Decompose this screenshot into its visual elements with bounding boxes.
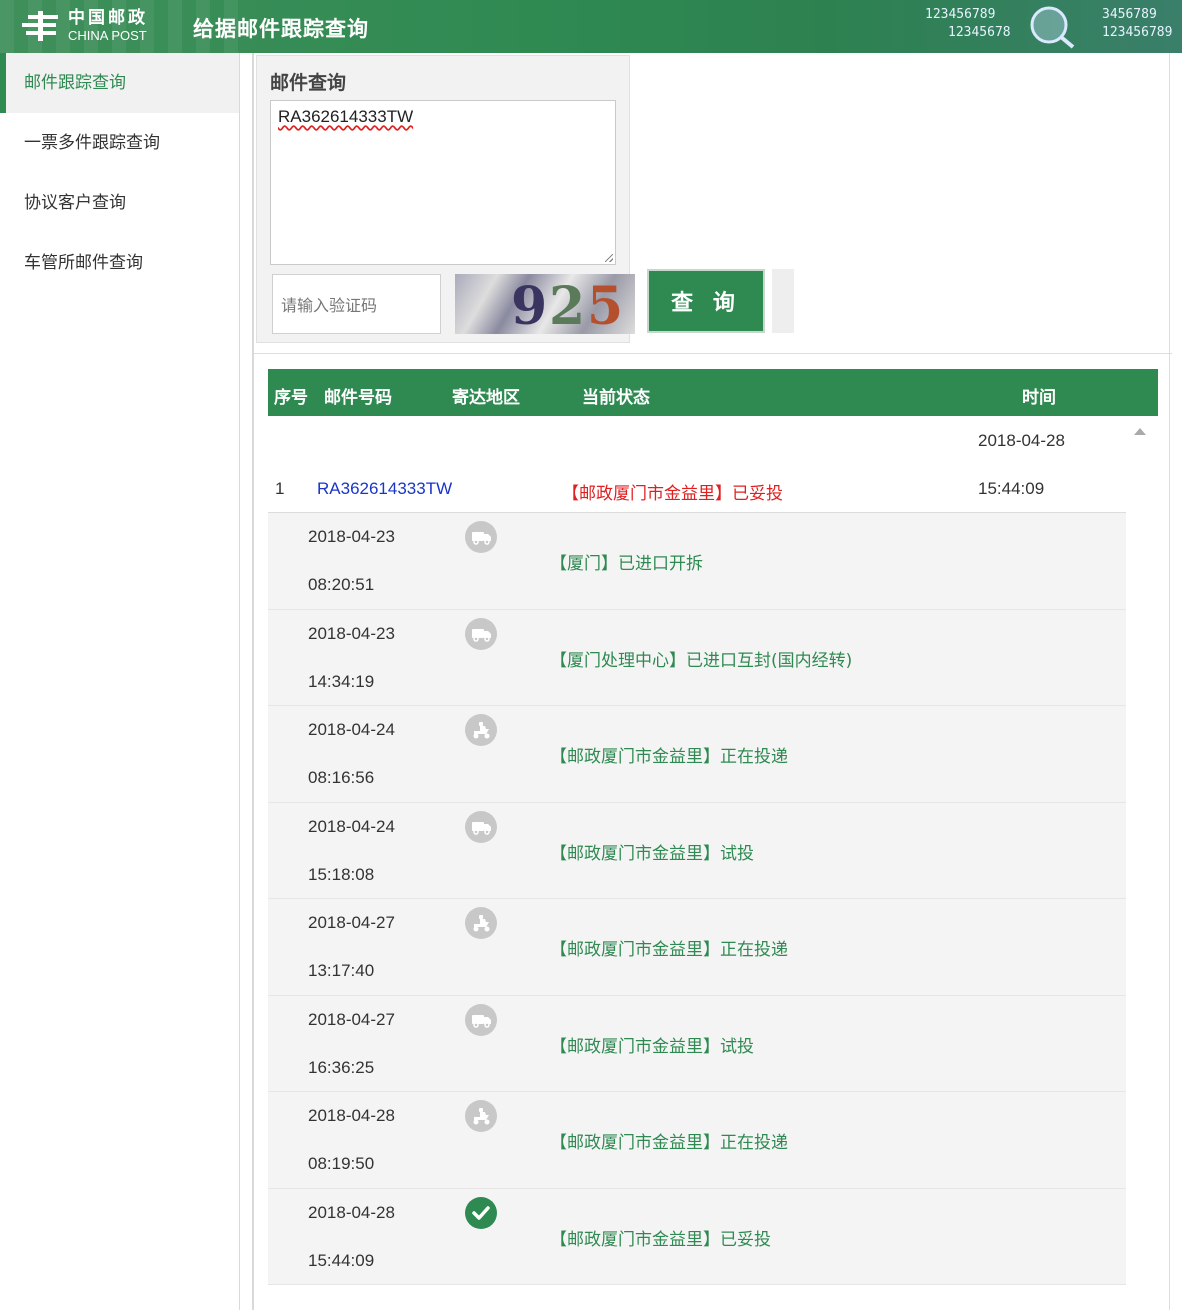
sidebar-item-multi-piece-tracking[interactable]: 一票多件跟踪查询	[0, 113, 239, 173]
event-date: 2018-04-28	[308, 1202, 395, 1222]
button-side-panel	[772, 269, 794, 333]
divider	[1169, 53, 1170, 1310]
event-time: 14:34:19	[308, 671, 375, 691]
sidebar-item-mail-tracking[interactable]: 邮件跟踪查询	[0, 53, 239, 113]
tracking-event-row: 2018-04-23 14:34:19 【厦门处理中心】已进口互封(国内经转)	[268, 609, 1126, 706]
logo-english-text: CHINA POST	[68, 28, 147, 43]
truck-icon	[465, 521, 497, 553]
captcha-image[interactable]: 9 2 5	[455, 274, 635, 334]
china-post-logo-icon	[22, 9, 60, 43]
truck-icon	[465, 1003, 497, 1036]
checkmark-icon	[465, 1196, 497, 1229]
main-panel: 邮件查询 RA362614333TW 请输入验证码 9 2 5 查 询 序号 邮…	[252, 53, 1172, 1316]
event-time: 15:44:09	[308, 1250, 375, 1270]
tracking-number-value: RA362614333TW	[278, 107, 414, 126]
china-post-logo: 中国邮政 CHINA POST	[22, 9, 148, 43]
results-table: 序号 邮件号码 寄达地区 当前状态 时间 1 RA362614333TW 【邮政…	[268, 369, 1158, 1316]
event-date: 2018-04-27	[308, 913, 395, 932]
tracking-event-row: 2018-04-28 15:44:09 【邮政厦门市金益里】已妥投	[268, 1188, 1126, 1285]
courier-scooter-icon	[465, 907, 497, 939]
event-time: 15:18:08	[308, 864, 375, 884]
textarea-resize-handle[interactable]	[605, 254, 613, 262]
event-time: 08:16:56	[308, 768, 375, 787]
tracking-number-textarea[interactable]: RA362614333TW	[270, 100, 616, 265]
query-title: 邮件查询	[270, 72, 347, 94]
row-seq: 1	[275, 479, 285, 498]
header-seq: 序号	[274, 388, 308, 408]
query-button[interactable]: 查 询	[647, 269, 765, 333]
event-date: 2018-04-23	[308, 527, 395, 546]
event-date: 2018-04-24	[308, 816, 395, 836]
tracking-event-row: 2018-04-24 08:16:56 【邮政厦门市金益里】正在投递	[268, 706, 1126, 803]
scrollbar[interactable]	[1126, 416, 1158, 1316]
row-mail-number-link[interactable]: RA362614333TW	[317, 479, 452, 499]
query-panel: 邮件查询 RA362614333TW 请输入验证码 9 2 5	[256, 55, 635, 343]
tracking-events-list: 2018-04-23 08:20:51 【厦门】已进口开拆 2018-04-23 14:…	[268, 513, 1126, 1285]
tracking-event-row: 2018-04-27 16:36:25 【邮政厦门市金益里】试投	[268, 995, 1126, 1092]
app-header: 中国邮政 CHINA POST 给据邮件跟踪查询 123456789 12345…	[0, 0, 1182, 53]
header-destination: 寄达地区	[452, 388, 520, 408]
divider	[254, 353, 1172, 354]
magnifier-icon	[1030, 6, 1075, 49]
table-row[interactable]: 1 RA362614333TW 【邮政厦门市金益里】已妥投 2018-04-28…	[268, 416, 1126, 513]
event-date: 2018-04-28	[308, 1106, 395, 1125]
event-time: 16:36:25	[308, 1057, 375, 1077]
sidebar-item-vehicle-office-mail[interactable]: 车管所邮件查询	[0, 233, 239, 293]
event-status: 【邮政厦门市金益里】试投	[550, 843, 754, 864]
event-time: 13:17:40	[308, 961, 375, 980]
event-status: 【邮政厦门市金益里】正在投递	[550, 1133, 788, 1153]
event-status: 【厦门处理中心】已进口互封(国内经转)	[550, 650, 853, 671]
truck-icon	[465, 617, 497, 650]
courier-scooter-icon	[465, 1100, 497, 1132]
event-date: 2018-04-27	[308, 1009, 395, 1029]
header-time: 时间	[1022, 388, 1056, 408]
event-time: 08:19:50	[308, 1154, 375, 1173]
tracking-event-row: 2018-04-28 08:19:50 【邮政厦门市金益里】正在投递	[268, 1092, 1126, 1189]
row-time: 15:44:09	[978, 479, 1045, 498]
header-current-status: 当前状态	[582, 388, 650, 408]
event-date: 2018-04-23	[308, 623, 395, 643]
tracking-event-row: 2018-04-23 08:20:51 【厦门】已进口开拆	[268, 513, 1126, 610]
event-status: 【邮政厦门市金益里】试投	[550, 1036, 754, 1057]
tracking-event-row: 2018-04-24 15:18:08 【邮政厦门市金益里】试投	[268, 802, 1126, 899]
event-time: 08:20:51	[308, 575, 375, 594]
scroll-up-arrow-icon[interactable]	[1134, 428, 1146, 435]
header-digits-banner: 123456789 12345678 3456789 123456789	[922, 3, 1182, 51]
event-status: 【邮政厦门市金益里】正在投递	[550, 940, 788, 960]
captcha-input[interactable]: 请输入验证码	[272, 274, 441, 334]
event-date: 2018-04-24	[308, 720, 395, 739]
sidebar-item-contract-customer[interactable]: 协议客户查询	[0, 173, 239, 233]
courier-scooter-icon	[465, 714, 497, 746]
captcha-placeholder: 请输入验证码	[281, 296, 378, 315]
sidebar: 邮件跟踪查询 一票多件跟踪查询 协议客户查询 车管所邮件查询	[0, 53, 240, 1310]
header-mail-number: 邮件号码	[324, 388, 392, 408]
row-date: 2018-04-28	[978, 431, 1065, 450]
row-current-status: 【邮政厦门市金益里】已妥投	[562, 484, 783, 504]
event-status: 【厦门】已进口开拆	[550, 554, 703, 574]
truck-icon	[465, 810, 497, 843]
event-status: 【邮政厦门市金益里】已妥投	[550, 1229, 771, 1250]
logo-chinese-text: 中国邮政	[68, 8, 148, 28]
event-status: 【邮政厦门市金益里】正在投递	[550, 747, 788, 767]
tracking-event-row: 2018-04-27 13:17:40 【邮政厦门市金益里】正在投递	[268, 899, 1126, 996]
table-header: 序号 邮件号码 寄达地区 当前状态 时间	[268, 369, 1158, 416]
page-title: 给据邮件跟踪查询	[193, 17, 369, 41]
